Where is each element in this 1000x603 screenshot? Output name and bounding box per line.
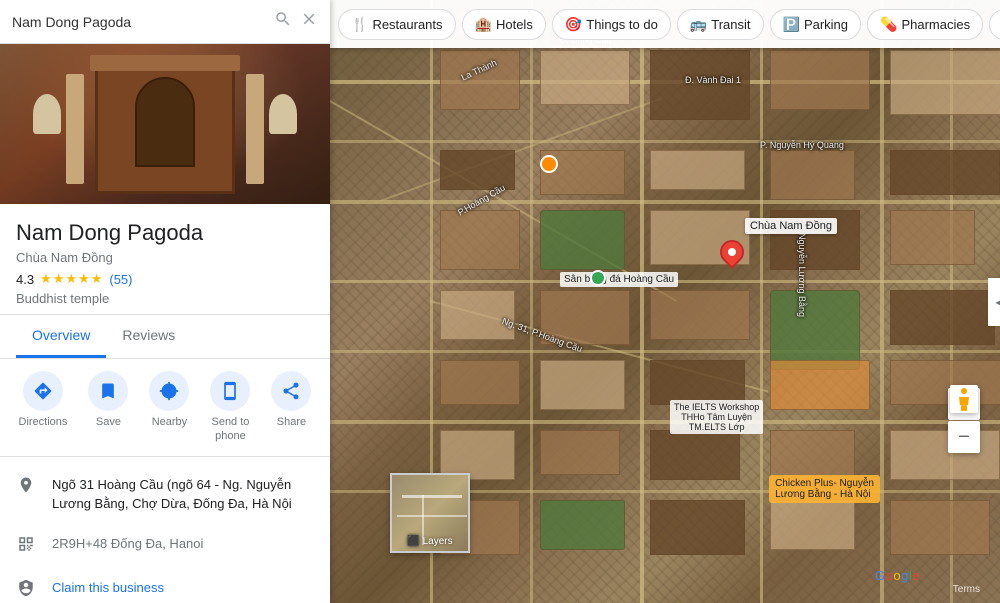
chip-pharmacies-label: Pharmacies bbox=[901, 17, 970, 32]
terms-text: Terms bbox=[953, 584, 980, 595]
nearby-button[interactable]: Nearby bbox=[149, 371, 189, 444]
plus-code-item[interactable]: 2R9H+48 Đống Đa, Hanoi bbox=[0, 524, 330, 568]
things-icon: 🎯 bbox=[565, 16, 582, 33]
chip-things-label: Things to do bbox=[586, 17, 658, 32]
filter-bar: 🍴 Restaurants 🏨 Hotels 🎯 Things to do 🚌 … bbox=[330, 0, 1000, 48]
chip-transit-label: Transit bbox=[711, 17, 750, 32]
chip-restaurants-label: Restaurants bbox=[372, 17, 442, 32]
nearby-icon bbox=[149, 371, 189, 411]
claim-business-text: Claim this business bbox=[52, 578, 164, 598]
marker-green bbox=[590, 270, 606, 286]
map-place-label: Chùa Nam Đồng bbox=[745, 218, 837, 234]
chip-hotels-label: Hotels bbox=[496, 17, 533, 32]
transit-icon: 🚌 bbox=[690, 16, 707, 33]
left-panel: Nam Dong Pagoda Chùa Nam Đồng 4.3 ★★★★★ … bbox=[0, 0, 330, 603]
info-section: Nam Dong Pagoda Chùa Nam Đồng 4.3 ★★★★★ … bbox=[0, 204, 330, 315]
address-item[interactable]: Ngõ 31 Hoàng Cầu (ngõ 64 - Ng. Nguyễn Lư… bbox=[0, 465, 330, 524]
address-text: Ngõ 31 Hoàng Cầu (ngõ 64 - Ng. Nguyễn Lư… bbox=[52, 475, 314, 514]
hero-image bbox=[0, 44, 330, 204]
review-count[interactable]: (55) bbox=[109, 272, 132, 287]
zoom-out-button[interactable]: − bbox=[948, 421, 980, 453]
save-button[interactable]: Save bbox=[88, 371, 128, 444]
share-label: Share bbox=[277, 415, 306, 429]
send-icon bbox=[210, 371, 250, 411]
search-bar bbox=[0, 0, 330, 44]
tab-overview[interactable]: Overview bbox=[16, 315, 106, 358]
directions-button[interactable]: Directions bbox=[19, 371, 68, 444]
pegman-button[interactable] bbox=[950, 385, 978, 413]
claim-icon bbox=[16, 579, 36, 602]
directions-icon bbox=[23, 371, 63, 411]
claim-business-item[interactable]: Claim this business bbox=[0, 568, 330, 603]
rating-row: 4.3 ★★★★★ (55) bbox=[16, 271, 314, 287]
pharmacy-icon: 💊 bbox=[880, 16, 897, 33]
pin-shape bbox=[715, 235, 749, 269]
place-subtitle: Chùa Nam Đồng bbox=[16, 250, 314, 265]
directions-label: Directions bbox=[19, 415, 68, 429]
chicken-plus-label: Chicken Plus- NguyễnLương Bằng - Hà Nội bbox=[769, 475, 880, 503]
location-icon bbox=[16, 476, 36, 499]
details-list: Ngõ 31 Hoàng Cầu (ngõ 64 - Ng. Nguyễn Lư… bbox=[0, 457, 330, 603]
search-input[interactable] bbox=[12, 14, 266, 30]
nearby-label: Nearby bbox=[152, 415, 187, 429]
rating-number: 4.3 bbox=[16, 272, 34, 287]
send-to-phone-button[interactable]: Send tophone bbox=[210, 371, 250, 444]
map-panel[interactable]: P.Hoàng Cầu Đ. Vành Đai 1 P. Nguyễn Hý Q… bbox=[330, 0, 1000, 603]
send-label: Send tophone bbox=[211, 415, 249, 444]
close-button[interactable] bbox=[300, 10, 318, 33]
search-button[interactable] bbox=[274, 10, 292, 33]
chip-things-to-do[interactable]: 🎯 Things to do bbox=[552, 9, 671, 40]
actions-row: Directions Save Nearby bbox=[0, 359, 330, 457]
hotel-icon: 🏨 bbox=[475, 16, 492, 33]
chip-hotels[interactable]: 🏨 Hotels bbox=[462, 9, 546, 40]
save-label: Save bbox=[96, 415, 121, 429]
parking-icon: 🅿️ bbox=[783, 16, 800, 33]
chip-pharmacies[interactable]: 💊 Pharmacies bbox=[867, 9, 983, 40]
save-icon bbox=[88, 371, 128, 411]
chip-parking-label: Parking bbox=[804, 17, 848, 32]
stars: ★★★★★ bbox=[40, 271, 103, 287]
plus-code-text: 2R9H+48 Đống Đa, Hanoi bbox=[52, 534, 203, 554]
map-marker-main[interactable] bbox=[720, 240, 744, 272]
chip-transit[interactable]: 🚌 Transit bbox=[677, 9, 764, 40]
chip-atms[interactable]: 💳 ATMs bbox=[989, 9, 1000, 40]
tab-reviews[interactable]: Reviews bbox=[106, 315, 191, 358]
ielts-label: The IELTS WorkshopTHHo Tâm LuyệnTM.ELTS … bbox=[670, 400, 763, 434]
place-type: Buddhist temple bbox=[16, 291, 314, 306]
san-bong-label: Sân bóng đá Hoàng Cầu bbox=[560, 272, 678, 287]
tabs-row: Overview Reviews bbox=[0, 315, 330, 359]
chip-parking[interactable]: 🅿️ Parking bbox=[770, 9, 862, 40]
mini-map[interactable]: ⬛ Layers bbox=[390, 473, 470, 553]
marker-orange bbox=[540, 155, 558, 173]
plus-code-icon bbox=[16, 535, 36, 558]
share-button[interactable]: Share bbox=[271, 371, 311, 444]
place-name: Nam Dong Pagoda bbox=[16, 220, 314, 246]
google-logo: Google bbox=[875, 568, 920, 583]
share-icon bbox=[271, 371, 311, 411]
restaurant-icon: 🍴 bbox=[351, 16, 368, 33]
layers-button[interactable]: ⬛ Layers bbox=[407, 536, 452, 547]
chip-restaurants[interactable]: 🍴 Restaurants bbox=[338, 9, 456, 40]
